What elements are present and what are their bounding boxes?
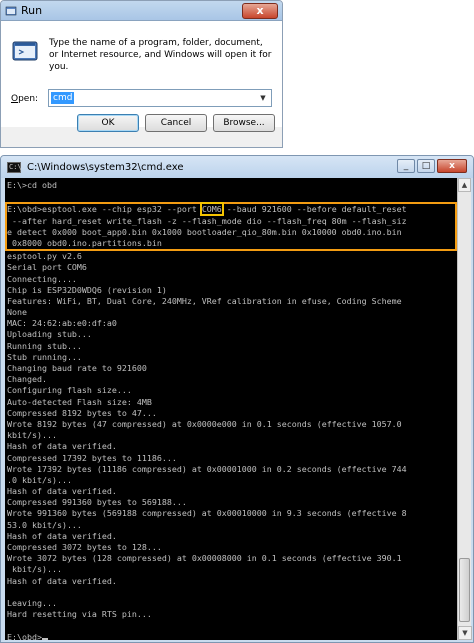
command-part2: --baud 921600 --before default_reset <box>221 204 407 215</box>
console-line: Leaving... <box>7 597 57 608</box>
run-program-icon <box>12 41 38 61</box>
run-app-icon <box>5 6 17 15</box>
cmd-window: C:\ C:\Windows\system32\cmd.exe _ □ x E:… <box>0 155 474 643</box>
console-line: Wrote 991360 bytes (569188 compressed) a… <box>7 508 407 519</box>
console-line: Features: WiFi, BT, Dual Core, 240MHz, V… <box>7 295 402 306</box>
browse-button[interactable]: Browse... <box>213 114 275 132</box>
run-titlebar[interactable]: Run <box>1 1 282 21</box>
cmd-app-icon: C:\ <box>7 161 22 173</box>
window-controls: _ □ x <box>397 159 467 173</box>
console-line: Changing baud rate to 921600 <box>7 363 147 373</box>
console-line: Chip is ESP32D0WDQ6 (revision 1) <box>7 284 167 295</box>
console-line: None <box>7 307 27 318</box>
command-part1: E:\obd>esptool.exe --chip esp32 --port <box>7 204 202 215</box>
console-line: kbit/s)... <box>7 564 62 575</box>
console-line: Connecting.... <box>7 273 77 284</box>
console-line: Running stub... <box>7 340 82 351</box>
maximize-button[interactable]: □ <box>417 159 435 173</box>
console-line: Compressed 3072 bytes to 128... <box>7 542 162 552</box>
console-line: MAC: 24:62:ab:e0:df:a0 <box>7 318 117 329</box>
command-line-4: 0x8000 obd0.ino.partitions.bin <box>7 237 162 248</box>
console-line: Hash of data verified. <box>7 441 117 452</box>
command-line-1: E:\obd>esptool.exe --chip esp32 --port C… <box>7 202 455 217</box>
open-label: Open: <box>11 94 38 104</box>
console-line: Serial port COM6 <box>7 262 87 273</box>
output-lines: esptool.py v2.6 Serial port COM6 Connectin… <box>7 251 457 631</box>
open-input[interactable]: cmd <box>51 92 75 104</box>
console-line: Hash of data verified. <box>7 575 117 586</box>
run-close-button[interactable]: x <box>242 3 278 19</box>
console-line: Wrote 3072 bytes (128 compressed) at 0x0… <box>7 553 402 564</box>
open-label-rest: pen: <box>18 94 39 104</box>
console-line: Hard resetting via RTS pin... <box>7 609 152 620</box>
chevron-down-icon[interactable]: ▼ <box>255 90 271 106</box>
console-output[interactable]: E:\>cd obd E:\obd>esptool.exe --chip esp… <box>5 178 457 640</box>
console-line: Stub running... <box>7 351 82 362</box>
scroll-up-icon[interactable]: ▲ <box>458 178 471 192</box>
console-line: Uploading stub... <box>7 329 92 340</box>
minimize-button[interactable]: _ <box>397 159 415 173</box>
command-line-3: e detect 0x000 boot_app0.bin 0x1000 boot… <box>7 226 402 237</box>
scroll-down-icon[interactable]: ▼ <box>458 626 472 640</box>
console-line: Configuring flash size... <box>7 385 132 396</box>
command-line-2: --after hard_reset write_flash -z --flas… <box>7 215 407 226</box>
run-dialog: Run x Type the name of a program, folder… <box>0 0 283 148</box>
console-line: E:\>cd obd <box>7 180 57 190</box>
close-button[interactable]: x <box>437 159 467 173</box>
console-line: Hash of data verified. <box>7 530 117 541</box>
open-combobox[interactable]: cmd ▼ <box>48 89 272 107</box>
console-line: Compressed 8192 bytes to 47... <box>7 407 157 418</box>
final-prompt-line: E:\obd> <box>7 631 457 641</box>
console-line: esptool.py v2.6 <box>7 251 82 262</box>
console-line: Wrote 8192 bytes (47 compressed) at 0x00… <box>7 418 402 429</box>
console-line: Hash of data verified. <box>7 486 117 497</box>
port-highlight: COM6 <box>199 202 224 217</box>
console-line: Wrote 17392 bytes (11186 compressed) at … <box>7 463 407 474</box>
ok-button[interactable]: OK <box>77 114 139 132</box>
console-line: 53.0 kbit/s)... <box>7 519 82 530</box>
scroll-thumb[interactable] <box>459 558 470 622</box>
console-line: Compressed 991360 bytes to 569188... <box>7 497 187 508</box>
cmd-title: C:\Windows\system32\cmd.exe <box>27 161 184 173</box>
console-line: Compressed 17392 bytes to 11186... <box>7 452 177 463</box>
cancel-button[interactable]: Cancel <box>145 114 207 132</box>
run-title: Run <box>21 4 43 17</box>
command-highlight: E:\obd>esptool.exe --chip esp32 --port C… <box>5 202 457 252</box>
final-prompt: E:\obd> <box>7 631 42 641</box>
run-body: Type the name of a program, folder, docu… <box>1 21 282 127</box>
run-description: Type the name of a program, folder, docu… <box>49 38 272 72</box>
console-line: kbit/s)... <box>7 430 57 441</box>
console-line: Auto-detected Flash size: 4MB <box>7 396 152 407</box>
console-line: Changed. <box>7 374 47 385</box>
text-cursor <box>41 637 48 640</box>
console-line: .0 kbit/s)... <box>7 474 72 485</box>
vertical-scrollbar[interactable]: ▲ ▼ <box>457 178 472 640</box>
